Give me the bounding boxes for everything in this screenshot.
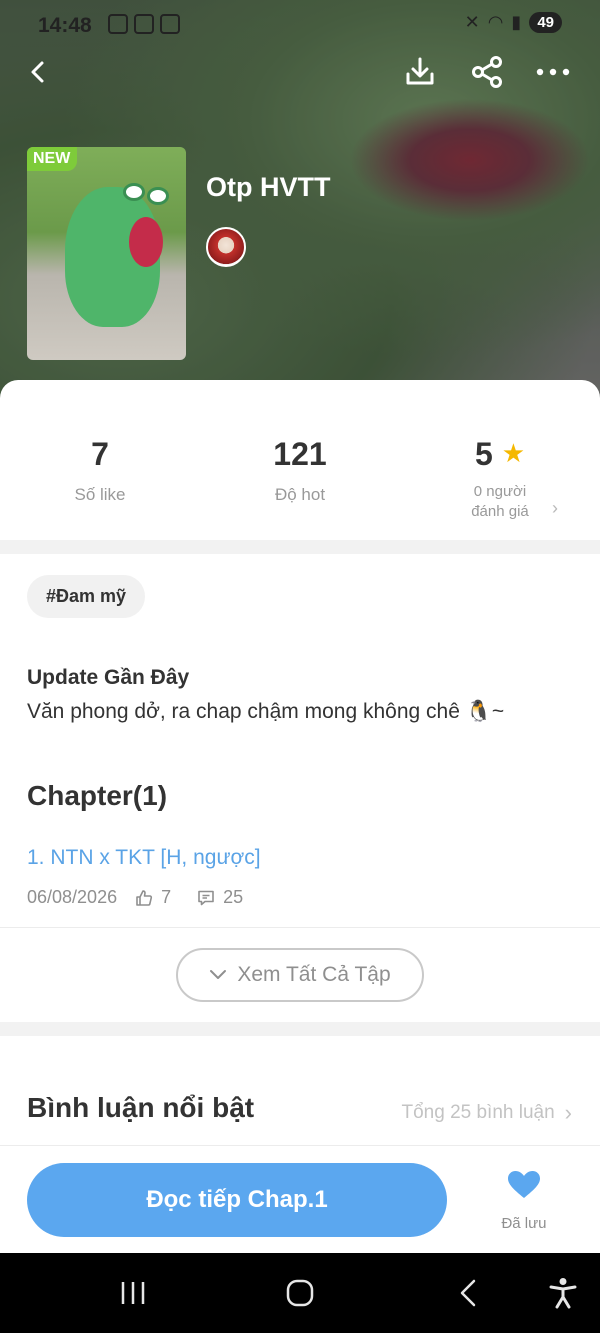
section-divider xyxy=(0,1022,600,1036)
rating-stat[interactable]: 5 ★ 0 người đánh giá xyxy=(400,436,600,522)
content-card: 7 Số like 121 Độ hot 5 ★ 0 người đánh gi… xyxy=(0,380,600,1253)
app-notification-icon xyxy=(160,14,180,34)
top-nav xyxy=(0,50,600,94)
continue-reading-label: Đọc tiếp Chap.1 xyxy=(146,1186,328,1213)
wifi-icon: ◠ xyxy=(487,12,504,32)
rating-label-line: đánh giá xyxy=(471,503,529,520)
home-icon xyxy=(286,1279,314,1307)
rating-label-line: 0 người xyxy=(473,483,527,500)
tag-chip[interactable]: #Đam mỹ xyxy=(27,575,146,618)
chevron-right-icon: › xyxy=(564,1100,572,1125)
accessibility-icon xyxy=(549,1278,577,1309)
chapter-date: 06/08/2026 xyxy=(27,887,118,907)
book-cover[interactable]: NEW xyxy=(27,147,186,360)
saved-button[interactable]: Đã lưu xyxy=(494,1170,554,1232)
divider xyxy=(0,1145,600,1146)
view-all-label: Xem Tất Cả Tập xyxy=(237,963,391,986)
view-all-chapters-button[interactable]: Xem Tất Cả Tập xyxy=(176,948,424,1002)
comment-icon xyxy=(197,889,215,907)
signal-icon: ▮ xyxy=(511,12,522,32)
comments-total-link[interactable]: Tổng 25 bình luận › xyxy=(401,1100,572,1126)
heart-icon xyxy=(508,1171,540,1198)
chapter-comments: 25 xyxy=(223,887,244,907)
accessibility-button[interactable] xyxy=(543,1273,583,1313)
cover-illustration-detail xyxy=(129,217,163,267)
thumbs-up-icon xyxy=(135,889,153,907)
download-button[interactable] xyxy=(398,50,442,94)
continue-reading-button[interactable]: Đọc tiếp Chap.1 xyxy=(27,1163,447,1237)
rating-label: 0 người đánh giá xyxy=(400,482,600,522)
likes-stat: 7 Số like xyxy=(0,436,200,505)
divider xyxy=(0,927,600,928)
update-text: Văn phong dở, ra chap chậm mong không ch… xyxy=(27,700,505,723)
chapter-meta: 06/08/2026 7 25 xyxy=(27,887,243,908)
author-avatar[interactable] xyxy=(206,227,246,267)
system-nav-bar xyxy=(0,1253,600,1333)
stats-row: 7 Số like 121 Độ hot 5 ★ 0 người đánh gi… xyxy=(0,380,600,540)
share-icon xyxy=(472,56,502,88)
chevron-down-icon xyxy=(210,970,227,979)
chapter-link[interactable]: 1. NTN x TKT [H, ngược] xyxy=(27,846,261,870)
book-title: Otp HVTT xyxy=(206,172,331,202)
battery-indicator: 49 xyxy=(529,12,562,33)
new-badge: NEW xyxy=(27,147,78,171)
home-button[interactable] xyxy=(280,1273,320,1313)
recent-apps-button[interactable] xyxy=(113,1273,153,1313)
status-right-icons: ✕ ◠ ▮ 49 xyxy=(465,12,562,33)
back-icon xyxy=(460,1279,476,1307)
mute-icon: ✕ xyxy=(464,12,480,32)
more-icon xyxy=(536,68,570,76)
chevron-right-icon[interactable]: › xyxy=(552,498,558,519)
hot-label: Độ hot xyxy=(274,485,326,504)
share-button[interactable] xyxy=(465,50,509,94)
recent-apps-icon xyxy=(121,1282,145,1304)
cover-illustration-detail xyxy=(123,183,145,201)
rating-value: 5 xyxy=(475,436,493,472)
rating-value-row: 5 ★ xyxy=(400,436,600,473)
status-time: 14:48 xyxy=(38,14,92,37)
notification-icons xyxy=(108,14,180,34)
chapter-likes: 7 xyxy=(161,887,172,907)
comments-total-label: Tổng 25 bình luận xyxy=(401,1102,555,1123)
likes-label: Số like xyxy=(74,485,126,504)
app-notification-icon xyxy=(108,14,128,34)
system-back-button[interactable] xyxy=(448,1273,488,1313)
update-heading: Update Gần Đây xyxy=(27,666,190,689)
back-arrow-icon xyxy=(31,61,44,83)
status-bar: 14:48 ✕ ◠ ▮ 49 xyxy=(0,0,600,52)
back-button[interactable] xyxy=(16,50,60,94)
section-divider xyxy=(0,540,600,554)
saved-label: Đã lưu xyxy=(501,1215,547,1232)
cover-illustration-detail xyxy=(147,187,169,205)
download-icon xyxy=(406,57,434,85)
hot-value: 121 xyxy=(273,436,327,472)
hot-stat: 121 Độ hot xyxy=(200,436,400,505)
likes-value: 7 xyxy=(91,436,109,472)
app-notification-icon xyxy=(134,14,154,34)
star-icon: ★ xyxy=(501,438,525,468)
chapter-heading: Chapter(1) xyxy=(27,780,168,811)
comments-heading: Bình luận nổi bật xyxy=(27,1092,255,1123)
more-options-button[interactable] xyxy=(531,50,575,94)
